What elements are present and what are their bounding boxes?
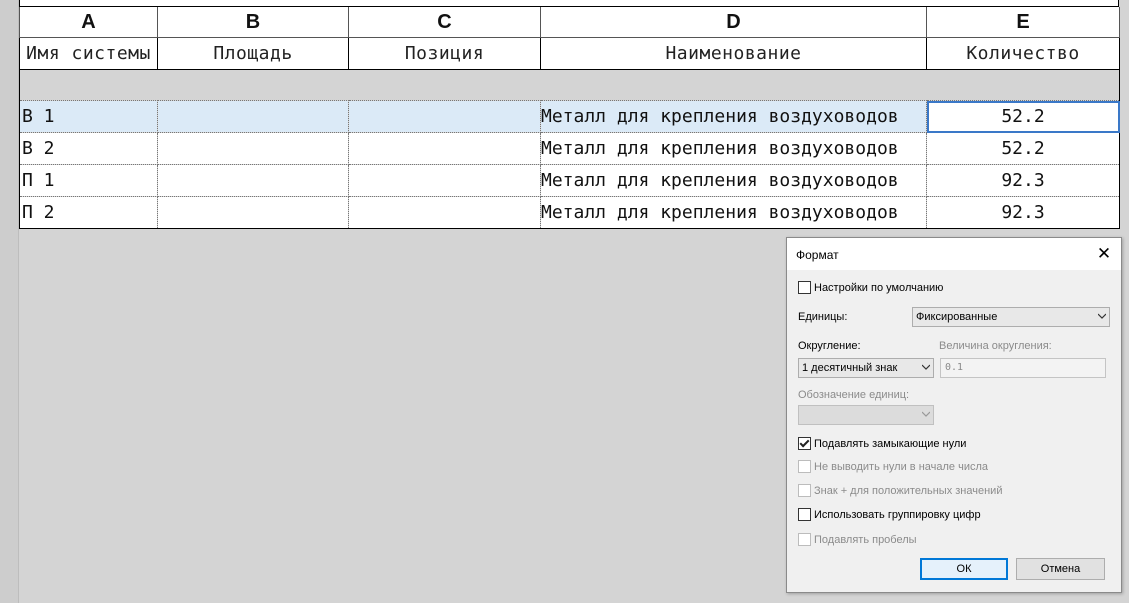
cell-name[interactable]: Металл для крепления воздуховодов	[540, 196, 927, 229]
column-letter-d[interactable]: D	[540, 7, 927, 38]
column-letter-row: A B C D E	[19, 7, 1120, 38]
cell-position[interactable]	[348, 100, 541, 133]
rounding-label: Округление:	[798, 340, 861, 352]
rounding-increment-label: Величина округления:	[939, 340, 1052, 352]
table-row[interactable]: В 1 Металл для крепления воздуховодов 52…	[19, 100, 1120, 133]
plus-prefix-checkbox: Знак + для положительных значений	[798, 484, 1002, 497]
cell-name[interactable]: Металл для крепления воздуховодов	[540, 132, 927, 165]
cell-area[interactable]	[157, 100, 349, 133]
suppress-spaces-checkbox: Подавлять пробелы	[798, 533, 917, 546]
column-letter-a[interactable]: A	[19, 7, 158, 38]
chevron-down-icon	[1098, 313, 1106, 319]
cancel-button[interactable]: Отмена	[1016, 558, 1105, 580]
suppress-spaces-label: Подавлять пробелы	[814, 533, 917, 546]
checkbox-box[interactable]	[798, 281, 811, 294]
header-system-name[interactable]: Имя системы	[19, 37, 158, 70]
chevron-down-icon	[922, 364, 930, 370]
rounding-select[interactable]: 1 десятичный знак	[798, 358, 934, 378]
table-row[interactable]: П 1 Металл для крепления воздуховодов 92…	[19, 164, 1120, 197]
checkbox-box	[798, 533, 811, 546]
close-icon[interactable]: ✕	[1093, 243, 1115, 265]
digit-grouping-label: Использовать группировку цифр	[814, 508, 981, 521]
column-header-row: Имя системы Площадь Позиция Наименование…	[19, 37, 1120, 70]
checkbox-box	[798, 484, 811, 497]
cell-name[interactable]: Металл для крепления воздуховодов	[540, 164, 927, 197]
ok-button[interactable]: ОК	[920, 558, 1008, 580]
unit-symbol-select	[798, 405, 934, 425]
dialog-title-bar[interactable]: Формат ✕	[787, 238, 1121, 270]
blank-separator-row	[19, 69, 1120, 101]
chevron-down-icon	[922, 411, 930, 417]
column-letter-e[interactable]: E	[926, 7, 1120, 38]
cell-quantity[interactable]: 92.3	[926, 164, 1120, 197]
sheet-top-band	[19, 0, 1119, 7]
cell-area[interactable]	[157, 196, 349, 229]
rounding-increment-input: 0.1	[940, 358, 1106, 378]
units-select[interactable]: Фиксированные	[912, 307, 1110, 327]
cell-quantity-active[interactable]: 52.2	[926, 100, 1120, 133]
cell-position[interactable]	[348, 196, 541, 229]
column-letter-b[interactable]: B	[157, 7, 349, 38]
column-letter-c[interactable]: C	[348, 7, 541, 38]
left-margin-strip	[0, 0, 19, 603]
cell-system-name[interactable]: П 2	[19, 196, 158, 229]
cell-quantity[interactable]: 52.2	[926, 132, 1120, 165]
unit-symbol-label: Обозначение единиц:	[798, 389, 910, 401]
cell-area[interactable]	[157, 164, 349, 197]
blank-separator-cell	[19, 69, 1120, 101]
schedule-sheet: A B C D E Имя системы Площадь Позиция На…	[19, 0, 1120, 229]
header-quantity[interactable]: Количество	[926, 37, 1120, 70]
dialog-title: Формат	[796, 248, 839, 262]
units-label: Единицы:	[798, 311, 848, 323]
cell-system-name[interactable]: В 2	[19, 132, 158, 165]
checkbox-box	[798, 460, 811, 473]
rounding-value: 1 десятичный знак	[802, 362, 898, 374]
suppress-trailing-zeros-checkbox[interactable]: Подавлять замыкающие нули	[798, 437, 966, 450]
format-dialog: Формат ✕ Настройки по умолчанию Единицы:…	[786, 237, 1122, 593]
schedule-table: A B C D E Имя системы Площадь Позиция На…	[19, 7, 1120, 229]
digit-grouping-checkbox[interactable]: Использовать группировку цифр	[798, 508, 981, 521]
cell-position[interactable]	[348, 164, 541, 197]
header-name[interactable]: Наименование	[540, 37, 927, 70]
cell-area[interactable]	[157, 132, 349, 165]
checkbox-box[interactable]	[798, 437, 811, 450]
cell-system-name[interactable]: П 1	[19, 164, 158, 197]
header-position[interactable]: Позиция	[348, 37, 541, 70]
header-area[interactable]: Площадь	[157, 37, 349, 70]
use-default-checkbox[interactable]: Настройки по умолчанию	[798, 281, 943, 294]
table-row[interactable]: П 2 Металл для крепления воздуховодов 92…	[19, 196, 1120, 229]
suppress-trailing-zeros-label: Подавлять замыкающие нули	[814, 437, 967, 450]
units-value: Фиксированные	[916, 311, 998, 323]
suppress-leading-zeros-checkbox: Не выводить нули в начале числа	[798, 460, 988, 473]
suppress-leading-zeros-label: Не выводить нули в начале числа	[814, 460, 989, 473]
table-row[interactable]: В 2 Металл для крепления воздуховодов 52…	[19, 132, 1120, 165]
cell-system-name[interactable]: В 1	[19, 100, 158, 133]
checkbox-box[interactable]	[798, 508, 811, 521]
cell-name[interactable]: Металл для крепления воздуховодов	[540, 100, 927, 133]
use-default-label: Настройки по умолчанию	[814, 281, 944, 294]
cell-position[interactable]	[348, 132, 541, 165]
cell-quantity[interactable]: 92.3	[926, 196, 1120, 229]
plus-prefix-label: Знак + для положительных значений	[814, 484, 1003, 497]
